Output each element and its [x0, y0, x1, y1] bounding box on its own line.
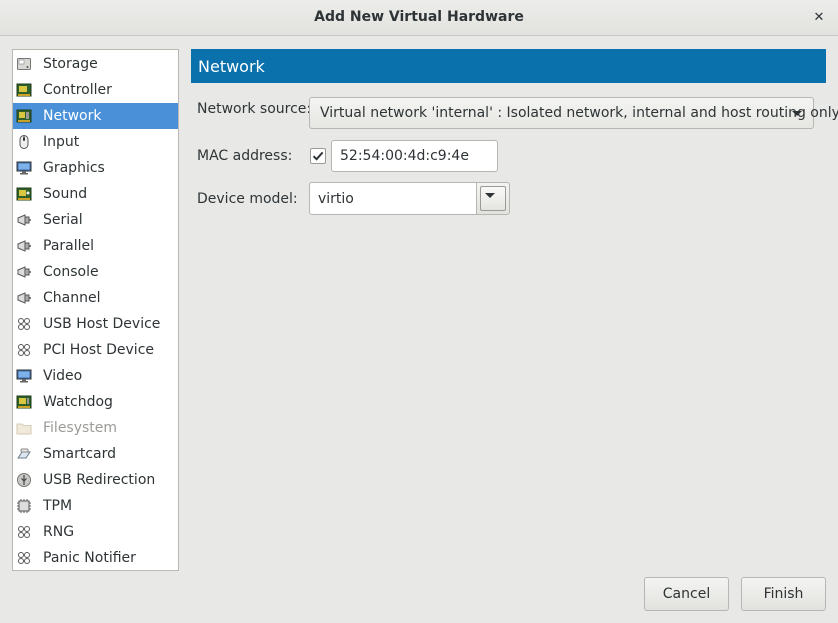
- sidebar-item-storage[interactable]: Storage: [13, 51, 178, 77]
- hardware-list: Storage Controller Network Input Graphics Sou…: [12, 49, 179, 571]
- sidebar-item-video[interactable]: Video: [13, 363, 178, 389]
- usb-host-icon: [16, 316, 32, 332]
- sidebar-item-serial[interactable]: Serial: [13, 207, 178, 233]
- device-model-input[interactable]: [309, 182, 477, 215]
- sidebar-item-pci-host-device[interactable]: PCI Host Device: [13, 337, 178, 363]
- sidebar-item-network[interactable]: Network: [13, 103, 178, 129]
- sidebar-item-label: Graphics: [43, 160, 105, 176]
- sidebar-item-label: Storage: [43, 56, 98, 72]
- sidebar-item-rng[interactable]: RNG: [13, 519, 178, 545]
- network-source-combo[interactable]: Virtual network 'internal' : Isolated ne…: [309, 97, 838, 129]
- window-title: Add New Virtual Hardware: [314, 9, 524, 25]
- sidebar-item-usb-host-device[interactable]: USB Host Device: [13, 311, 178, 337]
- watchdog-icon: [16, 394, 32, 410]
- sidebar-item-label: Console: [43, 264, 99, 280]
- controller-icon: [16, 82, 32, 98]
- sidebar-item-label: Parallel: [43, 238, 95, 254]
- mac-address-label: MAC address:: [197, 148, 293, 164]
- sidebar-item-label: RNG: [43, 524, 75, 540]
- sidebar-item-label: Controller: [43, 82, 112, 98]
- sidebar-item-panic-notifier[interactable]: Panic Notifier: [13, 545, 178, 571]
- sidebar-item-input[interactable]: Input: [13, 129, 178, 155]
- smartcard-icon: [16, 446, 32, 462]
- sidebar-item-console[interactable]: Console: [13, 259, 178, 285]
- network-source-label: Network source:: [197, 101, 312, 117]
- device-model-dropdown-button[interactable]: [476, 182, 510, 215]
- close-icon[interactable]: ✕: [808, 7, 830, 29]
- sidebar-item-label: TPM: [43, 498, 73, 514]
- disk-icon: [16, 56, 32, 72]
- sidebar-item-label: USB Redirection: [43, 472, 156, 488]
- console-port-icon: [16, 264, 32, 280]
- sidebar-item-usb-redirection[interactable]: USB Redirection: [13, 467, 178, 493]
- page-header: Network: [191, 49, 826, 83]
- sidebar-item-channel[interactable]: Channel: [13, 285, 178, 311]
- panic-notifier-icon: [16, 550, 32, 566]
- sidebar-item-label: PCI Host Device: [43, 342, 155, 358]
- title-bar: Add New Virtual Hardware ✕: [0, 0, 838, 36]
- sidebar-item-label: Video: [43, 368, 83, 384]
- sidebar-item-label: USB Host Device: [43, 316, 161, 332]
- sidebar-item-label: Watchdog: [43, 394, 113, 410]
- checkmark-icon: [312, 151, 324, 161]
- tpm-chip-icon: [16, 498, 32, 514]
- sidebar-item-parallel[interactable]: Parallel: [13, 233, 178, 259]
- page-title: Network: [198, 57, 265, 76]
- rng-icon: [16, 524, 32, 540]
- finish-button[interactable]: Finish: [741, 577, 826, 611]
- folder-icon: [16, 420, 32, 436]
- sidebar-item-label: Input: [43, 134, 80, 150]
- parallel-port-icon: [16, 238, 32, 254]
- sidebar-item-label: Smartcard: [43, 446, 117, 462]
- dropdown-button-face: [480, 186, 506, 211]
- chevron-down-icon: [485, 193, 495, 198]
- usb-redirect-icon: [16, 472, 32, 488]
- sidebar-item-sound[interactable]: Sound: [13, 181, 178, 207]
- mac-address-checkbox[interactable]: [310, 148, 326, 164]
- device-model-label: Device model:: [197, 191, 298, 207]
- sidebar-item-label: Network: [43, 108, 102, 124]
- sidebar-item-label: Serial: [43, 212, 83, 228]
- sidebar-item-label: Channel: [43, 290, 101, 306]
- sidebar-item-label: Filesystem: [43, 420, 118, 436]
- network-source-value: Virtual network 'internal' : Isolated ne…: [320, 105, 838, 121]
- cancel-button[interactable]: Cancel: [644, 577, 729, 611]
- sidebar-item-tpm[interactable]: TPM: [13, 493, 178, 519]
- sidebar-item-label: Sound: [43, 186, 88, 202]
- serial-port-icon: [16, 212, 32, 228]
- sound-card-icon: [16, 186, 32, 202]
- pci-host-icon: [16, 342, 32, 358]
- sidebar-item-controller[interactable]: Controller: [13, 77, 178, 103]
- sidebar-item-filesystem: Filesystem: [13, 415, 178, 441]
- chevron-down-icon: [792, 111, 802, 116]
- channel-port-icon: [16, 290, 32, 306]
- mac-address-input[interactable]: [331, 140, 498, 172]
- sidebar-item-label: Panic Notifier: [43, 550, 136, 566]
- monitor-icon: [16, 160, 32, 176]
- mouse-icon: [16, 134, 32, 150]
- sidebar-item-watchdog[interactable]: Watchdog: [13, 389, 178, 415]
- sidebar-item-graphics[interactable]: Graphics: [13, 155, 178, 181]
- sidebar-item-smartcard[interactable]: Smartcard: [13, 441, 178, 467]
- network-icon: [16, 108, 32, 124]
- video-monitor-icon: [16, 368, 32, 384]
